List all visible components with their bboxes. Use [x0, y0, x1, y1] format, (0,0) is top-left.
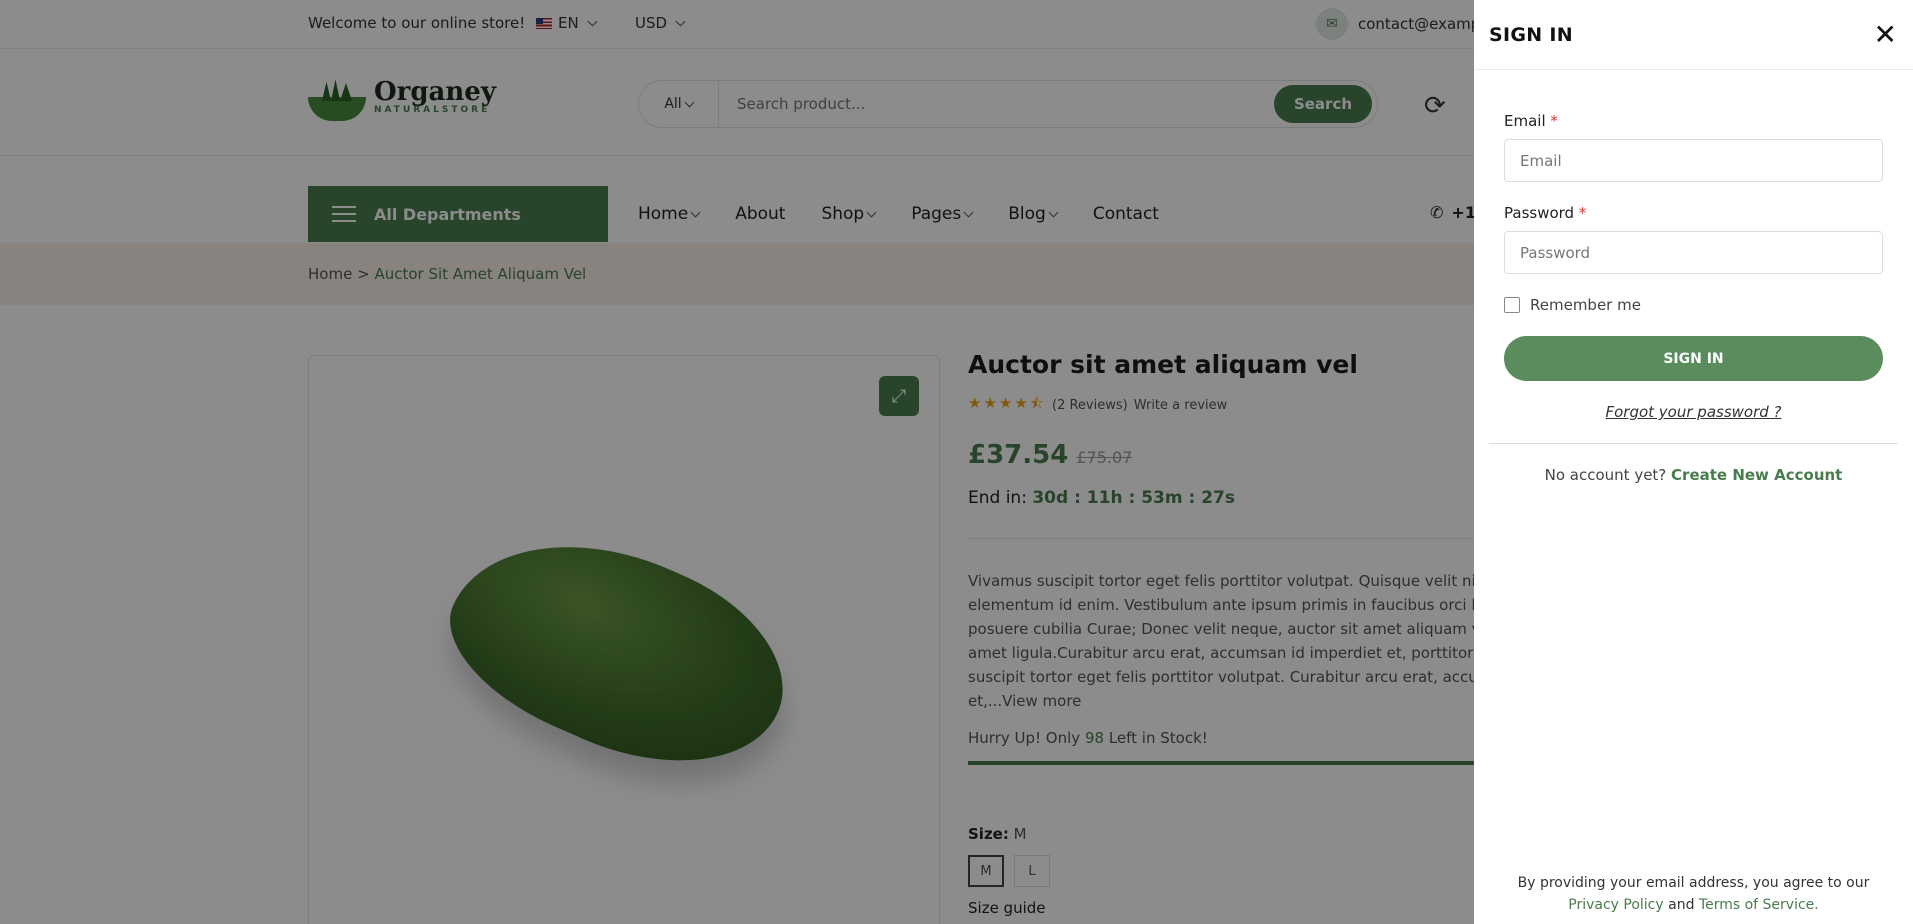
- password-label-text: Password: [1504, 204, 1575, 222]
- signin-title: SIGN IN: [1489, 23, 1573, 46]
- signin-form: Email * Email Password * Password Rememb…: [1474, 112, 1913, 421]
- email-label-text: Email: [1504, 112, 1546, 130]
- create-account-link[interactable]: Create New Account: [1671, 466, 1842, 484]
- terms-text: By providing your email address, you agr…: [1517, 875, 1870, 891]
- modal-backdrop[interactable]: [0, 0, 1474, 924]
- remember-checkbox[interactable]: [1504, 297, 1520, 313]
- forgot-password-link[interactable]: Forgot your password ?: [1504, 403, 1883, 421]
- no-account-text: No account yet?: [1544, 466, 1667, 484]
- no-account-row: No account yet? Create New Account: [1474, 466, 1913, 484]
- signin-button[interactable]: SIGN IN: [1504, 336, 1883, 381]
- remember-label: Remember me: [1530, 296, 1641, 314]
- terms-and: and: [1668, 897, 1695, 913]
- terms-of-service-link[interactable]: Terms of Service.: [1699, 897, 1819, 913]
- password-placeholder: Password: [1520, 243, 1591, 262]
- terms-notice: By providing your email address, you agr…: [1474, 872, 1913, 916]
- signin-header: SIGN IN ✕: [1474, 0, 1913, 70]
- email-field[interactable]: Email: [1504, 139, 1883, 182]
- email-placeholder: Email: [1520, 151, 1562, 170]
- email-label: Email *: [1504, 112, 1883, 130]
- close-icon[interactable]: ✕: [1874, 20, 1897, 49]
- remember-me[interactable]: Remember me: [1504, 296, 1883, 314]
- required-mark: *: [1578, 204, 1587, 222]
- page: Welcome to our online store! EN USD ✉ co…: [0, 0, 1913, 924]
- required-mark: *: [1550, 112, 1558, 130]
- password-field[interactable]: Password: [1504, 231, 1883, 274]
- divider: [1489, 443, 1898, 444]
- privacy-policy-link[interactable]: Privacy Policy: [1568, 897, 1663, 913]
- password-label: Password *: [1504, 204, 1883, 222]
- signin-panel: SIGN IN ✕ Email * Email Password * Passw…: [1474, 0, 1913, 924]
